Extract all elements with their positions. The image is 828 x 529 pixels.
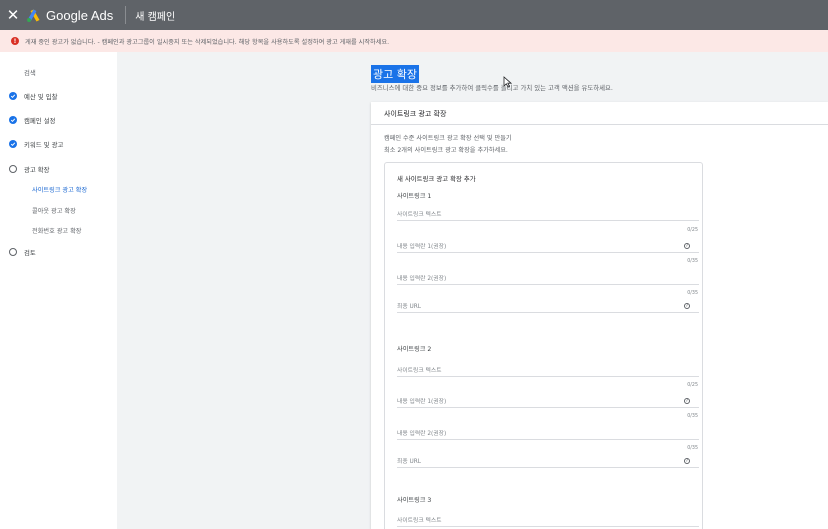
panel-title: 새 사이트링크 광고 확장 추가 xyxy=(397,175,476,183)
sitelink-3-text-field[interactable]: 사이트링크 텍스트 xyxy=(397,513,699,527)
new-sitelink-panel: 새 사이트링크 광고 확장 추가 사이트링크 1 사이트링크 텍스트 0/25 … xyxy=(384,162,703,529)
sitelink-3-title: 사이트링크 3 xyxy=(397,497,432,504)
alert-text: 게재 중인 광고가 없습니다. - 캠페인과 광고그룹이 일시중지 또는 삭제되… xyxy=(25,38,390,46)
field-placeholder: 내용 입력란 1(권장) xyxy=(397,399,447,405)
char-counter: 0/25 xyxy=(687,228,698,233)
sidebar-item-campaign-settings[interactable]: 캠페인 설정 xyxy=(0,112,117,128)
sidebar-subitem-label: 콜아웃 광고 확장 xyxy=(32,207,76,215)
card-hint: 최소 2개의 사이트링크 광고 확장을 추가하세요. xyxy=(384,147,508,154)
help-icon[interactable]: ? xyxy=(684,303,690,309)
field-placeholder: 사이트링크 텍스트 xyxy=(397,518,442,524)
sidebar-item-budget[interactable]: 예산 및 입찰 xyxy=(0,88,117,104)
page-description: 비즈니스에 대한 중요 정보를 추가하여 클릭수를 늘리고 가치 있는 고객 액… xyxy=(371,84,613,92)
sitelink-2-description-2-field[interactable]: 내용 입력란 2(권장) xyxy=(397,426,699,440)
sidebar-item-label: 검토 xyxy=(24,248,36,257)
error-icon: ! xyxy=(11,37,19,45)
page-title: 광고 확장 xyxy=(371,65,419,83)
alert-banner: ! 게재 중인 광고가 없습니다. - 캠페인과 광고그룹이 일시중지 또는 삭… xyxy=(0,30,828,52)
top-bar: ✕ Google Ads 새 캠페인 xyxy=(0,0,828,30)
check-circle-icon xyxy=(9,92,17,100)
check-circle-icon xyxy=(9,116,17,124)
help-icon[interactable]: ? xyxy=(684,458,690,464)
sidebar-item-label: 키워드 및 광고 xyxy=(24,140,64,149)
char-counter: 0/25 xyxy=(687,383,698,388)
sidebar-item-ad-extensions[interactable]: 광고 확장 xyxy=(0,161,117,177)
sitelink-extension-card: 사이트링크 광고 확장 캠페인 수준 사이트링크 광고 확장 선택 및 만들기 … xyxy=(371,102,828,529)
sidebar-item-keywords-ads[interactable]: 키워드 및 광고 xyxy=(0,136,117,152)
sitelink-2-description-1-field[interactable]: 내용 입력란 1(권장) ? xyxy=(397,394,699,408)
field-placeholder: 사이트링크 텍스트 xyxy=(397,212,442,218)
help-icon[interactable]: ? xyxy=(684,398,690,404)
card-description: 캠페인 수준 사이트링크 광고 확장 선택 및 만들기 xyxy=(384,135,512,142)
check-circle-icon xyxy=(9,140,17,148)
sidebar-item-label: 예산 및 입찰 xyxy=(24,92,58,101)
sidebar-subitem-label: 전화번호 광고 확장 xyxy=(32,227,82,235)
sidebar-item-label: 광고 확장 xyxy=(24,165,50,174)
field-placeholder: 최종 URL xyxy=(397,459,422,465)
char-counter: 0/35 xyxy=(687,446,698,451)
sitelink-1-description-1-field[interactable]: 내용 입력란 1(권장) ? xyxy=(397,239,699,253)
card-title: 사이트링크 광고 확장 xyxy=(384,110,447,118)
divider xyxy=(125,6,127,24)
sitelink-2-title: 사이트링크 2 xyxy=(397,346,432,353)
campaign-title: 새 캠페인 xyxy=(135,11,176,23)
sitelink-1-final-url-field[interactable]: 최종 URL ? xyxy=(397,299,699,313)
sidebar-subitem-call[interactable]: 전화번호 광고 확장 xyxy=(0,223,117,237)
empty-circle-icon xyxy=(9,248,17,256)
sidebar: 검색 예산 및 입찰 캠페인 설정 키워드 및 광고 광고 확장 사이트링크 광… xyxy=(0,52,117,529)
field-placeholder: 내용 입력란 2(권장) xyxy=(397,276,447,282)
close-icon[interactable]: ✕ xyxy=(0,6,26,24)
sitelink-1-text-field[interactable]: 사이트링크 텍스트 xyxy=(397,207,699,221)
field-placeholder: 내용 입력란 1(권장) xyxy=(397,244,447,250)
divider xyxy=(371,124,828,125)
help-icon[interactable]: ? xyxy=(684,243,690,249)
field-placeholder: 최종 URL xyxy=(397,304,422,310)
char-counter: 0/35 xyxy=(687,414,698,419)
char-counter: 0/35 xyxy=(687,259,698,264)
sitelink-1-description-2-field[interactable]: 내용 입력란 2(권장) xyxy=(397,271,699,285)
empty-circle-icon xyxy=(9,165,17,173)
sidebar-item-label: 검색 xyxy=(24,68,36,77)
char-counter: 0/35 xyxy=(687,291,698,296)
sitelink-2-final-url-field[interactable]: 최종 URL ? xyxy=(397,454,699,468)
google-ads-logo-icon xyxy=(27,9,40,22)
field-placeholder: 내용 입력란 2(권장) xyxy=(397,431,447,437)
sidebar-item-search[interactable]: 검색 xyxy=(0,64,117,80)
field-placeholder: 사이트링크 텍스트 xyxy=(397,368,442,374)
mouse-cursor-icon xyxy=(503,76,512,88)
sitelink-1-title: 사이트링크 1 xyxy=(397,193,432,200)
sitelink-2-text-field[interactable]: 사이트링크 텍스트 xyxy=(397,363,699,377)
sidebar-item-review[interactable]: 검토 xyxy=(0,244,117,260)
sidebar-subitem-sitelink[interactable]: 사이트링크 광고 확장 xyxy=(0,182,117,196)
sidebar-item-label: 캠페인 설정 xyxy=(24,116,56,125)
brand-name: Google Ads xyxy=(46,7,114,23)
sidebar-subitem-callout[interactable]: 콜아웃 광고 확장 xyxy=(0,203,117,217)
sidebar-subitem-label: 사이트링크 광고 확장 xyxy=(32,186,88,194)
